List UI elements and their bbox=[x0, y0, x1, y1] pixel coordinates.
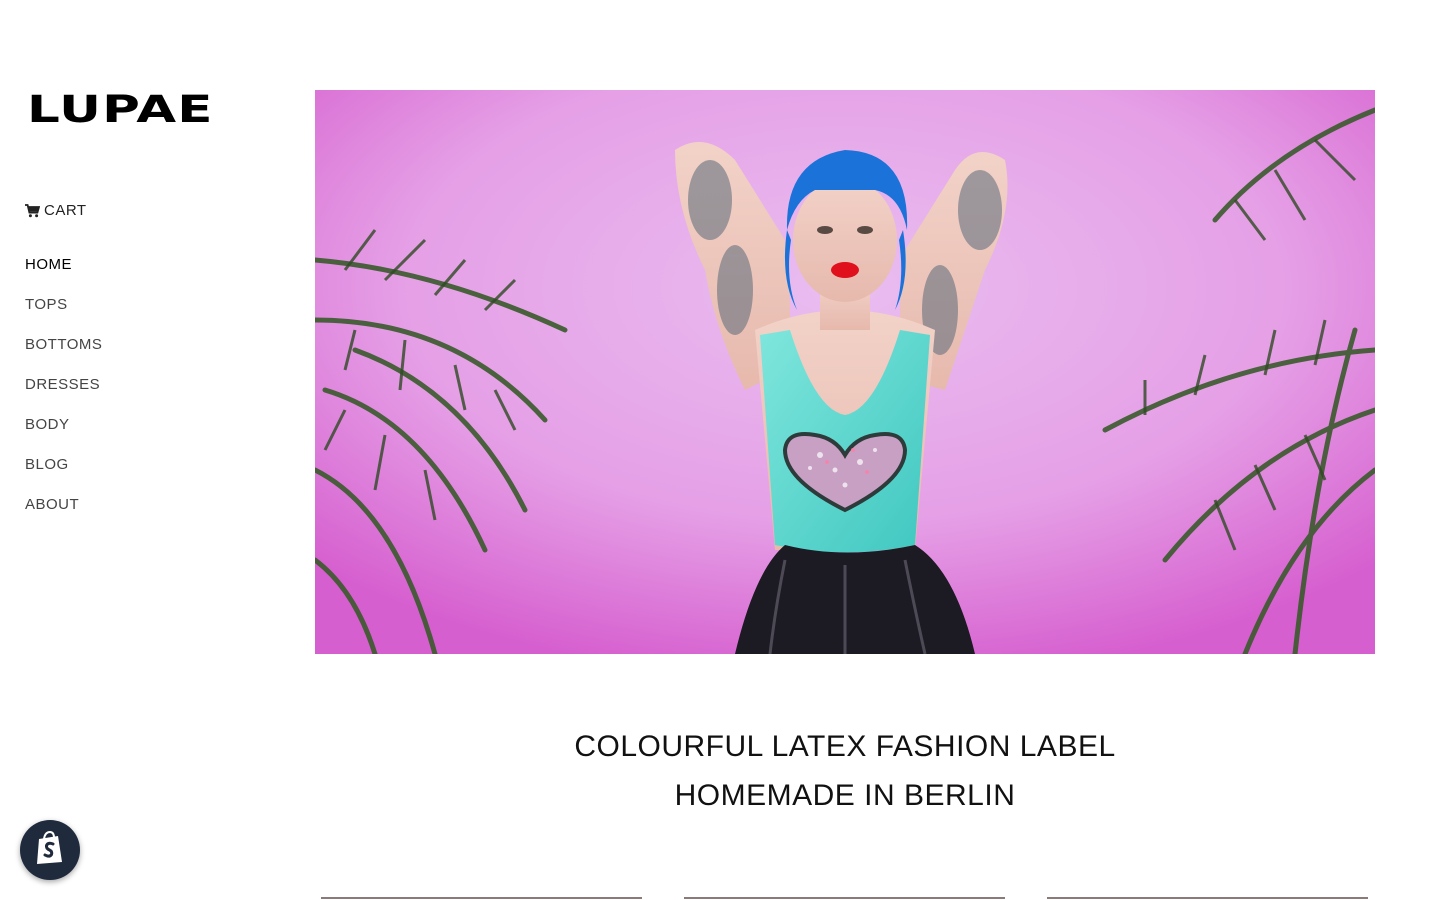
cart-icon bbox=[25, 203, 40, 218]
nav-item-about[interactable]: ABOUT bbox=[25, 496, 102, 536]
product-card-1-edge[interactable] bbox=[321, 897, 642, 899]
tagline-line-2: HOMEMADE IN BERLIN bbox=[674, 779, 1016, 812]
shopify-badge-button[interactable] bbox=[20, 820, 80, 880]
nav-item-tops[interactable]: TOPS bbox=[25, 296, 102, 336]
page: LUPAE CART HOME TOPS BOTTOMS DRESSES BOD… bbox=[0, 0, 1440, 900]
tagline-line-1: COLOURFUL LATEX FASHION LABEL bbox=[574, 730, 1116, 763]
hero-photo bbox=[315, 90, 1375, 654]
hero-tagline: COLOURFUL LATEX FASHION LABEL HOMEMADE I… bbox=[315, 722, 1375, 820]
shopify-bag-icon bbox=[34, 830, 66, 871]
brand-logo[interactable]: LUPAE bbox=[27, 90, 214, 128]
product-card-2-edge[interactable] bbox=[684, 897, 1005, 899]
sidebar-nav: HOME TOPS BOTTOMS DRESSES BODY BLOG ABOU… bbox=[25, 256, 102, 536]
nav-item-home[interactable]: HOME bbox=[25, 256, 102, 296]
nav-item-bottoms[interactable]: BOTTOMS bbox=[25, 336, 102, 376]
product-card-3-edge[interactable] bbox=[1047, 897, 1368, 899]
cart-link[interactable]: CART bbox=[25, 202, 87, 219]
nav-item-blog[interactable]: BLOG bbox=[25, 456, 102, 496]
hero-image[interactable] bbox=[315, 90, 1375, 654]
nav-item-body[interactable]: BODY bbox=[25, 416, 102, 456]
cart-label: CART bbox=[44, 202, 87, 219]
nav-item-dresses[interactable]: DRESSES bbox=[25, 376, 102, 416]
